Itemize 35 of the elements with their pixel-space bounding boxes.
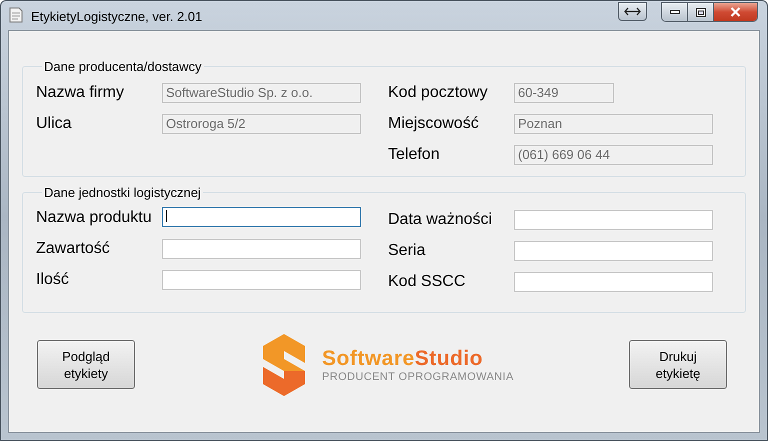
- logo-icon: [262, 333, 306, 397]
- close-icon: [730, 7, 741, 17]
- minimize-button[interactable]: [662, 3, 688, 21]
- maximize-button[interactable]: [688, 3, 714, 21]
- field-label: Nazwa firmy: [36, 82, 124, 102]
- input-field[interactable]: [514, 240, 713, 260]
- text-cursor: [166, 210, 167, 222]
- input-field[interactable]: [514, 272, 713, 292]
- field-label: Data ważności: [388, 210, 492, 230]
- minimize-icon: [670, 10, 680, 14]
- close-button[interactable]: [714, 3, 757, 21]
- logo-tagline: PRODUCENT OPROGRAMOWANIA: [322, 370, 514, 384]
- logo-wordmark: SoftwareStudio: [322, 346, 484, 370]
- field-label: Ilość: [36, 270, 69, 290]
- maximize-icon: [696, 8, 706, 16]
- document-icon: [9, 7, 23, 23]
- input-field[interactable]: [162, 238, 361, 258]
- field-label: Ulica: [36, 114, 72, 134]
- field-label: Kod pocztowy: [388, 82, 488, 102]
- field-label: Nazwa produktu: [36, 208, 152, 228]
- input-field[interactable]: [162, 207, 361, 227]
- input-field[interactable]: [514, 210, 713, 230]
- double-arrow-icon: [624, 7, 641, 16]
- input-field[interactable]: [162, 270, 361, 290]
- window-title: EtykietyLogistyczne, ver. 2.01: [31, 8, 202, 26]
- field-label: Zawartość: [36, 238, 110, 258]
- print-label-button[interactable]: Drukuj etykietę: [629, 340, 727, 389]
- field-label: Miejscowość: [388, 114, 479, 134]
- field-label: Kod SSCC: [388, 272, 466, 292]
- preview-label-button[interactable]: Podgląd etykiety: [37, 340, 135, 389]
- field-label: Seria: [388, 240, 426, 260]
- group-title: Dane jednostki logistycznej: [43, 184, 202, 202]
- field-label: Telefon: [388, 144, 440, 164]
- group-title: Dane producenta/dostawcy: [43, 58, 203, 76]
- resize-button[interactable]: [618, 2, 647, 21]
